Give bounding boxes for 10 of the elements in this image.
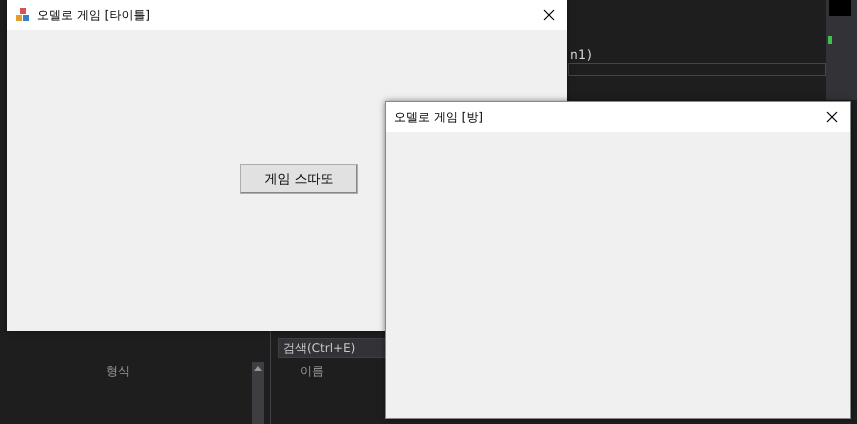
column-header[interactable]: 이름	[300, 363, 324, 380]
window-title: 오델로 게임 [방]	[394, 108, 484, 126]
window-title: 오델로 게임 [타이틀]	[37, 6, 151, 24]
column-header[interactable]: 형식	[106, 363, 130, 380]
start-game-button[interactable]: 게임 스따또	[240, 164, 358, 194]
close-icon[interactable]	[826, 111, 838, 123]
search-field[interactable]: 검색(Ctrl+E)	[278, 338, 388, 358]
code-text: n1)	[570, 48, 594, 63]
scrollbar[interactable]	[252, 362, 264, 424]
close-icon[interactable]	[543, 9, 555, 21]
